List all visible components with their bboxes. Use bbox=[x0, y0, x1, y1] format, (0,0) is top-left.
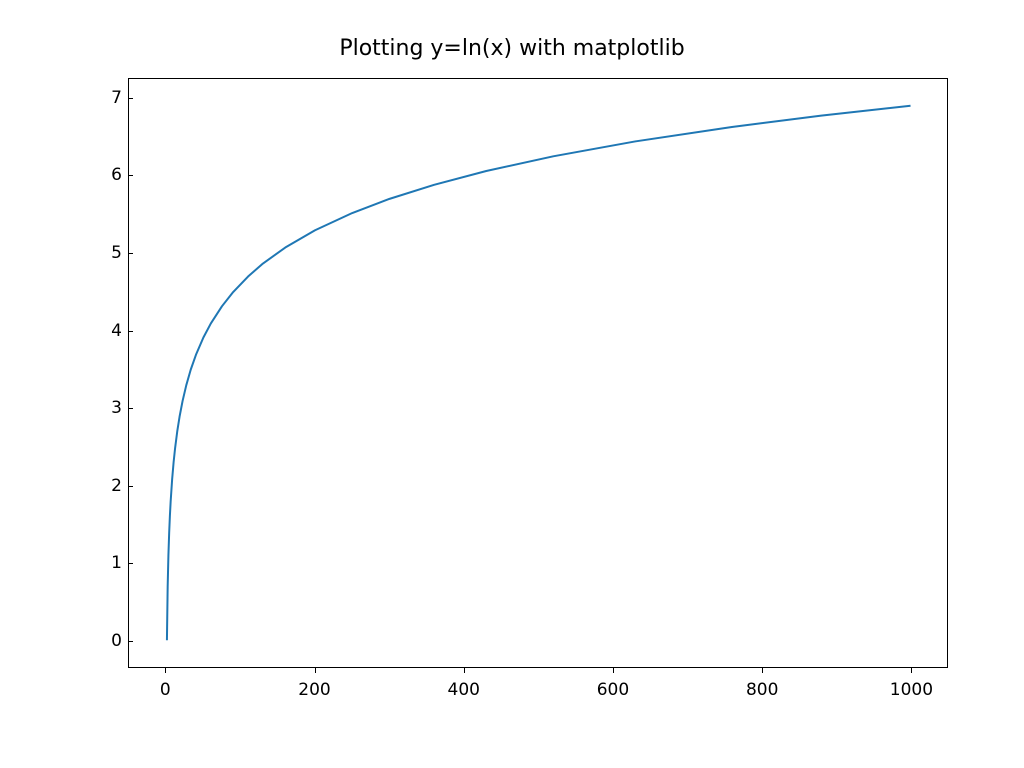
x-tick-400: 400 bbox=[448, 680, 480, 700]
line-series-lnx bbox=[167, 106, 911, 641]
x-tick-800: 800 bbox=[746, 680, 778, 700]
y-tickmark bbox=[128, 98, 133, 99]
axes-frame bbox=[128, 78, 948, 668]
y-tickmark bbox=[128, 331, 133, 332]
x-tick-200: 200 bbox=[298, 680, 330, 700]
figure: Plotting y=ln(x) with matplotlib 0 200 4… bbox=[0, 0, 1024, 768]
x-tick-1000: 1000 bbox=[890, 680, 933, 700]
y-tick-4: 4 bbox=[62, 321, 122, 341]
y-tick-7: 7 bbox=[62, 88, 122, 108]
chart-title: Plotting y=ln(x) with matplotlib bbox=[0, 36, 1024, 61]
x-tickmark bbox=[165, 668, 166, 673]
x-tickmark bbox=[911, 668, 912, 673]
y-tickmark bbox=[128, 486, 133, 487]
x-tickmark bbox=[464, 668, 465, 673]
x-tickmark bbox=[315, 668, 316, 673]
x-tickmark bbox=[613, 668, 614, 673]
x-tick-600: 600 bbox=[597, 680, 629, 700]
y-tickmark bbox=[128, 563, 133, 564]
y-tickmark bbox=[128, 641, 133, 642]
y-tick-2: 2 bbox=[62, 476, 122, 496]
y-tickmark bbox=[128, 408, 133, 409]
x-tickmark bbox=[762, 668, 763, 673]
y-tick-1: 1 bbox=[62, 553, 122, 573]
plot-area bbox=[129, 79, 947, 667]
y-tickmark bbox=[128, 253, 133, 254]
y-tick-6: 6 bbox=[62, 165, 122, 185]
x-tick-0: 0 bbox=[160, 680, 171, 700]
y-tickmark bbox=[128, 175, 133, 176]
y-tick-5: 5 bbox=[62, 243, 122, 263]
y-tick-0: 0 bbox=[62, 631, 122, 651]
y-tick-3: 3 bbox=[62, 398, 122, 418]
